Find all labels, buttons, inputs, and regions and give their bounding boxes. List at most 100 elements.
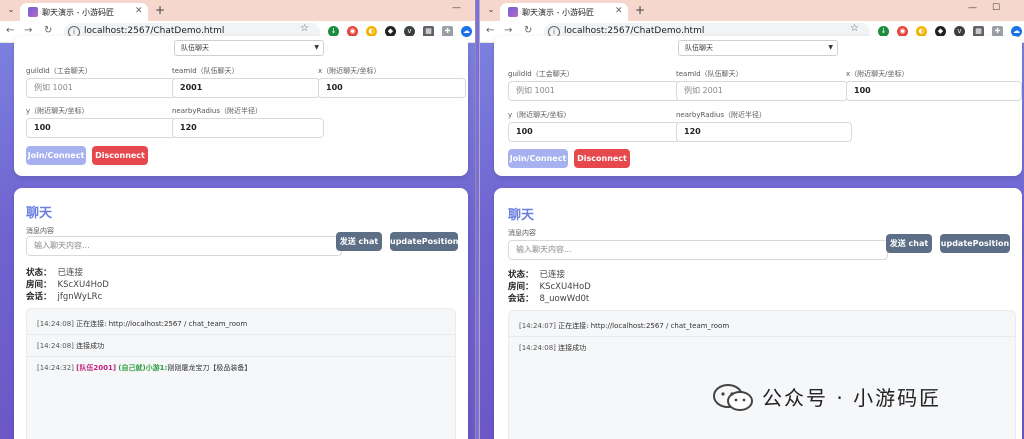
log-text: 刚刚屠龙宝刀【极品装备】 bbox=[167, 364, 252, 372]
tab-title: 聊天演示 - 小游码匠 bbox=[42, 8, 114, 17]
session-value: 8_uowWd0t bbox=[539, 294, 590, 304]
reload-icon[interactable]: ↻ bbox=[524, 25, 532, 36]
channel-select-value: 队伍聊天 bbox=[181, 44, 209, 52]
radius-label: nearbyRadius（附近半径） bbox=[676, 111, 766, 119]
disconnect-button[interactable]: Disconnect bbox=[574, 149, 630, 168]
session-row: 会话： 8_uowWd0t bbox=[508, 292, 589, 304]
browser-tab[interactable]: 聊天演示 - 小游码匠 ✕ bbox=[20, 3, 148, 21]
log-timestamp: [14:24:08] bbox=[37, 320, 74, 328]
log-user: (自己就)小游1: bbox=[118, 364, 168, 372]
session-key: 会话： bbox=[508, 294, 534, 304]
url-text: localhost:2567/ChatDemo.html bbox=[564, 26, 705, 36]
x-input[interactable]: 100 bbox=[846, 81, 1022, 101]
channel-select-value: 队伍聊天 bbox=[685, 44, 713, 52]
close-tab-icon[interactable]: ✕ bbox=[135, 6, 143, 16]
message-input[interactable]: 输入聊天内容... bbox=[26, 236, 342, 256]
x-label: x（附近聊天/坐标） bbox=[846, 70, 909, 78]
log-text: 连接成功 bbox=[558, 344, 587, 352]
log-timestamp: [14:24:08] bbox=[37, 342, 74, 350]
guild-label: guildId（工会聊天） bbox=[508, 70, 574, 78]
status-value: 已连接 bbox=[539, 270, 566, 280]
log-line: [14:24:08] 连接成功 bbox=[27, 335, 455, 357]
guild-input[interactable]: 例如 1001 bbox=[508, 81, 680, 101]
radius-input[interactable]: 120 bbox=[676, 122, 852, 142]
browser-window-left: ⌄ 聊天演示 - 小游码匠 ✕ + — ← → ↻ i localhost:25… bbox=[0, 0, 476, 439]
tab-title: 聊天演示 - 小游码匠 bbox=[522, 8, 594, 17]
y-label: y（附近聊天/坐标） bbox=[26, 107, 89, 115]
team-label: teamId（队伍聊天） bbox=[172, 67, 239, 75]
watermark-text: 公众号 · 小游码匠 bbox=[762, 386, 942, 410]
minimize-icon[interactable]: — bbox=[968, 3, 977, 13]
send-chat-button[interactable]: 发送 chat bbox=[336, 232, 382, 251]
page-favicon-icon bbox=[28, 7, 38, 17]
back-icon[interactable]: ← bbox=[6, 25, 14, 36]
room-value: KScXU4HoD bbox=[539, 282, 591, 292]
url-text: localhost:2567/ChatDemo.html bbox=[84, 26, 225, 36]
x-input[interactable]: 100 bbox=[318, 78, 466, 98]
chat-title: 聊天 bbox=[26, 206, 53, 221]
status-value: 已连接 bbox=[57, 268, 84, 278]
log-text: 连接成功 bbox=[76, 342, 105, 350]
wechat-logo-icon bbox=[713, 384, 753, 411]
new-tab-icon[interactable]: + bbox=[635, 3, 645, 17]
session-value: jfgnWyLRc bbox=[57, 292, 103, 302]
profile-avatar-icon[interactable]: ☁ bbox=[461, 26, 472, 37]
log-team-tag: [队伍2001] bbox=[76, 364, 117, 372]
back-icon[interactable]: ← bbox=[486, 25, 494, 36]
new-tab-icon[interactable]: + bbox=[155, 3, 165, 17]
team-input[interactable]: 例如 2001 bbox=[676, 81, 848, 101]
room-value: KScXU4HoD bbox=[57, 280, 109, 290]
chat-log: [14:24:07] 正在连接: http://localhost:2567 /… bbox=[508, 310, 1016, 439]
log-line: [14:24:08] 正在连接: http://localhost:2567 /… bbox=[27, 313, 455, 335]
browser-window-right: ⌄ 聊天演示 - 小游码匠 ✕ + — ☐ ← → ↻ i localhost:… bbox=[479, 0, 1024, 439]
room-key: 房间： bbox=[508, 282, 534, 292]
update-position-button[interactable]: updatePosition bbox=[940, 234, 1010, 253]
bookmark-star-icon[interactable]: ☆ bbox=[850, 23, 859, 34]
chat-card: 聊天 消息内容 输入聊天内容... 发送 chat updatePosition… bbox=[14, 188, 468, 439]
send-chat-button[interactable]: 发送 chat bbox=[886, 234, 932, 253]
room-row: 房间： KScXU4HoD bbox=[26, 278, 109, 290]
y-input[interactable]: 100 bbox=[508, 122, 680, 142]
bookmark-star-icon[interactable]: ☆ bbox=[300, 23, 309, 34]
browser-tab[interactable]: 聊天演示 - 小游码匠 ✕ bbox=[500, 3, 628, 21]
join-connect-button[interactable]: Join/Connect bbox=[26, 146, 86, 165]
room-key: 房间： bbox=[26, 280, 52, 290]
update-position-button[interactable]: updatePosition bbox=[390, 232, 458, 251]
minimize-icon[interactable]: — bbox=[452, 3, 461, 13]
log-line: [14:24:32] [队伍2001] (自己就)小游1:刚刚屠龙宝刀【极品装备… bbox=[27, 357, 455, 379]
team-input[interactable]: 2001 bbox=[172, 78, 320, 98]
log-timestamp: [14:24:32] bbox=[37, 364, 74, 372]
status-row: 状态： 已连接 bbox=[508, 268, 565, 280]
chat-title: 聊天 bbox=[508, 208, 535, 223]
join-connect-button[interactable]: Join/Connect bbox=[508, 149, 568, 168]
message-input[interactable]: 输入聊天内容... bbox=[508, 240, 888, 260]
channel-select[interactable]: 队伍聊天 ▼ bbox=[174, 40, 324, 56]
tab-search-icon[interactable]: ⌄ bbox=[484, 3, 498, 17]
room-row: 房间： KScXU4HoD bbox=[508, 280, 591, 292]
log-line: [14:24:08] 连接成功 bbox=[509, 337, 1015, 359]
tab-search-icon[interactable]: ⌄ bbox=[4, 3, 18, 17]
guild-input[interactable]: 例如 1001 bbox=[26, 78, 176, 98]
connection-form-card: 队伍聊天 ▼ guildId（工会聊天） 例如 1001 teamId（队伍聊天… bbox=[14, 36, 468, 176]
close-tab-icon[interactable]: ✕ bbox=[615, 6, 623, 16]
chat-card: 聊天 消息内容 输入聊天内容... 发送 chat updatePosition… bbox=[494, 188, 1022, 439]
maximize-icon[interactable]: ☐ bbox=[992, 3, 1000, 13]
disconnect-button[interactable]: Disconnect bbox=[92, 146, 148, 165]
tab-bar: ⌄ 聊天演示 - 小游码匠 ✕ + — ☐ bbox=[480, 0, 1024, 21]
radius-input[interactable]: 120 bbox=[172, 118, 324, 138]
y-input[interactable]: 100 bbox=[26, 118, 176, 138]
page-favicon-icon bbox=[508, 7, 518, 17]
channel-select[interactable]: 队伍聊天 ▼ bbox=[678, 40, 838, 56]
log-timestamp: [14:24:08] bbox=[519, 344, 556, 352]
forward-icon[interactable]: → bbox=[504, 25, 512, 36]
message-label: 消息内容 bbox=[508, 229, 536, 237]
session-row: 会话： jfgnWyLRc bbox=[26, 290, 102, 302]
status-key: 状态： bbox=[508, 270, 534, 280]
chat-log: [14:24:08] 正在连接: http://localhost:2567 /… bbox=[26, 308, 456, 439]
reload-icon[interactable]: ↻ bbox=[44, 25, 52, 36]
session-key: 会话： bbox=[26, 292, 52, 302]
forward-icon[interactable]: → bbox=[24, 25, 32, 36]
tab-bar: ⌄ 聊天演示 - 小游码匠 ✕ + — bbox=[0, 0, 475, 21]
chevron-down-icon: ▼ bbox=[314, 44, 319, 51]
log-text: 正在连接: http://localhost:2567 / chat_team_… bbox=[76, 320, 248, 328]
